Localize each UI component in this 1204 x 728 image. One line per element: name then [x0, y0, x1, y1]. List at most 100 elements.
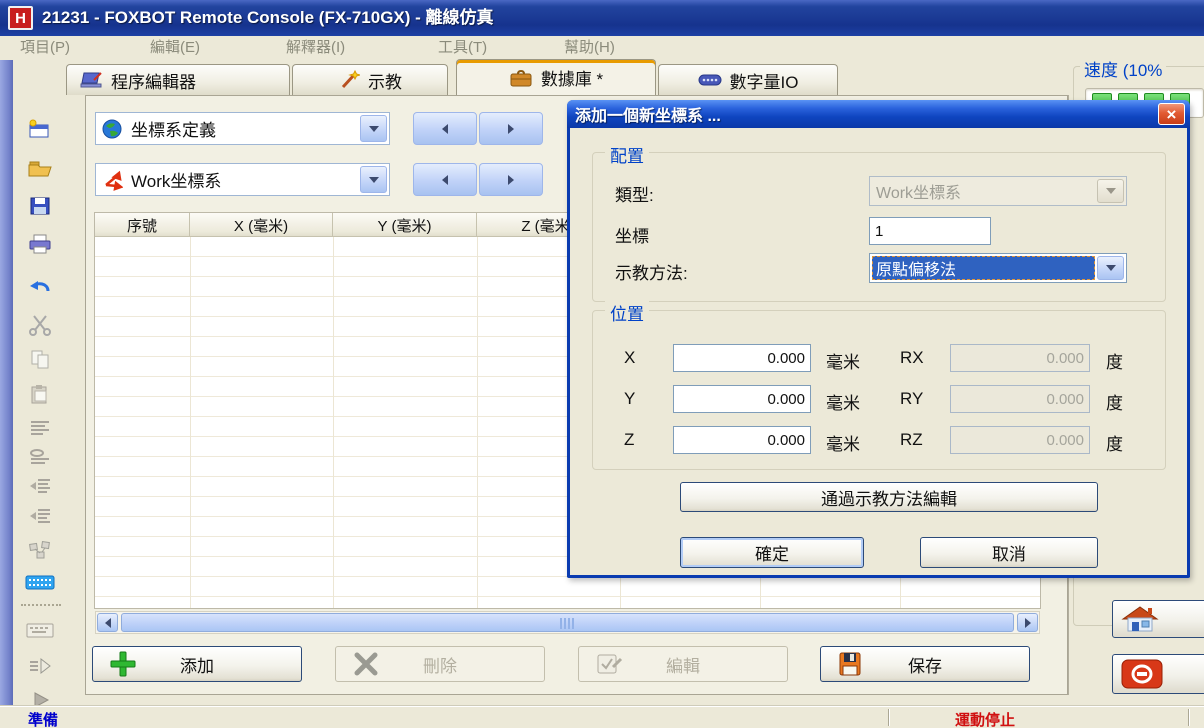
horizontal-scrollbar[interactable]: [95, 611, 1040, 634]
teach-method-combo-value: 原點偏移法: [872, 256, 1095, 280]
dialog-title-bar[interactable]: 添加一個新坐標系 ... ×: [567, 100, 1190, 128]
paste-icon: [23, 380, 57, 408]
teach-edit-button[interactable]: 通過示教方法編輯: [680, 482, 1098, 512]
tab-database[interactable]: 數據庫 *: [456, 59, 656, 95]
grid-line: [333, 237, 334, 608]
chevron-down-icon: [1105, 188, 1116, 194]
save-list-button[interactable]: 保存: [820, 646, 1030, 682]
coordsys-type-combo[interactable]: Work坐標系: [95, 163, 390, 196]
axis-label-x: X: [624, 348, 636, 367]
edit-button-label: 編輯: [666, 656, 700, 676]
wand-icon: [341, 70, 360, 89]
menu-item-project[interactable]: 項目(P): [20, 36, 70, 60]
status-motion-stopped: 運動停止: [955, 712, 1016, 728]
category-combo-value: 坐標系定義: [131, 121, 216, 140]
delete-button: 刪除: [335, 646, 545, 682]
tab-label: 程序編輯器: [111, 72, 196, 92]
briefcase-icon: [510, 69, 532, 86]
cut-icon: [23, 310, 57, 338]
axes-icon: [105, 170, 123, 191]
unit-deg: 度: [1106, 394, 1123, 413]
chevron-down-icon: [1105, 265, 1116, 271]
scroll-left-button[interactable]: [97, 613, 118, 632]
axis-label-rz: RZ: [900, 430, 923, 449]
scrollbar-thumb[interactable]: [121, 613, 1014, 632]
scroll-right-button[interactable]: [1017, 613, 1038, 632]
laptop-icon: [80, 72, 102, 88]
type-label: 類型:: [615, 186, 654, 205]
add-button[interactable]: 添加: [92, 646, 302, 682]
coordsys-prev-button[interactable]: [413, 163, 477, 196]
power-stop-icon: [1121, 659, 1163, 689]
grid-line: [477, 237, 478, 608]
save-icon[interactable]: [23, 192, 57, 220]
teach-method-combo[interactable]: 原點偏移法: [869, 253, 1127, 283]
chevron-down-icon: [368, 125, 379, 132]
chevron-down-icon: [368, 176, 379, 183]
home-icon: [1121, 606, 1159, 632]
coord-label: 坐標: [615, 227, 649, 246]
y-input[interactable]: [673, 385, 811, 413]
category-next-button[interactable]: [479, 112, 543, 145]
new-window-icon[interactable]: [23, 116, 57, 144]
menu-item-edit[interactable]: 編輯(E): [150, 36, 200, 60]
coordsys-next-button[interactable]: [479, 163, 543, 196]
tab-teach[interactable]: 示教: [292, 64, 448, 95]
ry-input: [950, 385, 1090, 413]
menu-item-interpreter[interactable]: 解釋器(I): [286, 36, 345, 60]
window-title: 21231 - FOXBOT Remote Console (FX-710GX)…: [42, 8, 494, 27]
position-group-label: 位置: [605, 300, 649, 325]
tab-program-editor[interactable]: 程序編輯器: [66, 64, 290, 95]
category-combo-dropdown-button[interactable]: [360, 115, 387, 142]
save-button-label: 保存: [908, 656, 942, 676]
coordsys-type-dropdown-button[interactable]: [360, 166, 387, 193]
unit-mm: 毫米: [826, 435, 860, 454]
left-edge-strip: [0, 60, 13, 722]
tab-label: 數字量IO: [729, 72, 799, 92]
coord-input[interactable]: [869, 217, 991, 245]
tab-label: 示教: [368, 72, 402, 92]
ok-button[interactable]: 確定: [680, 537, 864, 568]
undo-icon[interactable]: [23, 272, 57, 300]
axis-label-ry: RY: [900, 389, 924, 408]
stop-button[interactable]: [1112, 654, 1204, 694]
network-nodes-icon: [23, 536, 57, 564]
status-ready: 準備: [28, 712, 59, 728]
edit-button: 編輯: [578, 646, 788, 682]
unit-mm: 毫米: [826, 394, 860, 413]
connector-icon: [698, 74, 722, 86]
config-group-label: 配置: [605, 142, 649, 167]
x-input[interactable]: [673, 344, 811, 372]
z-input[interactable]: [673, 426, 811, 454]
rz-input: [950, 426, 1090, 454]
type-combo-value: Work坐標系: [876, 185, 962, 202]
delete-x-icon: [354, 652, 378, 676]
home-button[interactable]: [1112, 600, 1204, 638]
axis-label-y: Y: [624, 389, 636, 408]
category-prev-button[interactable]: [413, 112, 477, 145]
align-lines-2-icon: [23, 444, 57, 472]
menu-item-help[interactable]: 幫助(H): [564, 36, 615, 60]
coordsys-type-combo-value: Work坐標系: [131, 172, 222, 191]
open-folder-icon[interactable]: [23, 154, 57, 182]
status-separator: [1188, 709, 1189, 726]
rx-input: [950, 344, 1090, 372]
cancel-button[interactable]: 取消: [920, 537, 1098, 568]
arrow-left-icon: [104, 617, 111, 628]
teach-method-dropdown-button[interactable]: [1097, 256, 1124, 280]
left-toolbar: [13, 60, 85, 708]
keyboard-icon: [23, 616, 57, 644]
unit-mm: 毫米: [826, 353, 860, 372]
print-icon[interactable]: [23, 230, 57, 258]
add-button-label: 添加: [180, 656, 214, 676]
grid-line: [190, 237, 191, 608]
dialog-title: 添加一個新坐標系 ...: [575, 108, 721, 125]
type-combo-dropdown-button: [1097, 179, 1124, 203]
arrow-left-icon: [442, 123, 448, 134]
category-combo[interactable]: 坐標系定義: [95, 112, 390, 145]
close-icon[interactable]: ×: [1158, 103, 1185, 125]
menu-item-tools[interactable]: 工具(T): [438, 36, 487, 60]
virtual-keyboard-icon[interactable]: [23, 568, 57, 596]
tab-digital-io[interactable]: 數字量IO: [658, 64, 838, 95]
indent-1-icon: [23, 472, 57, 500]
